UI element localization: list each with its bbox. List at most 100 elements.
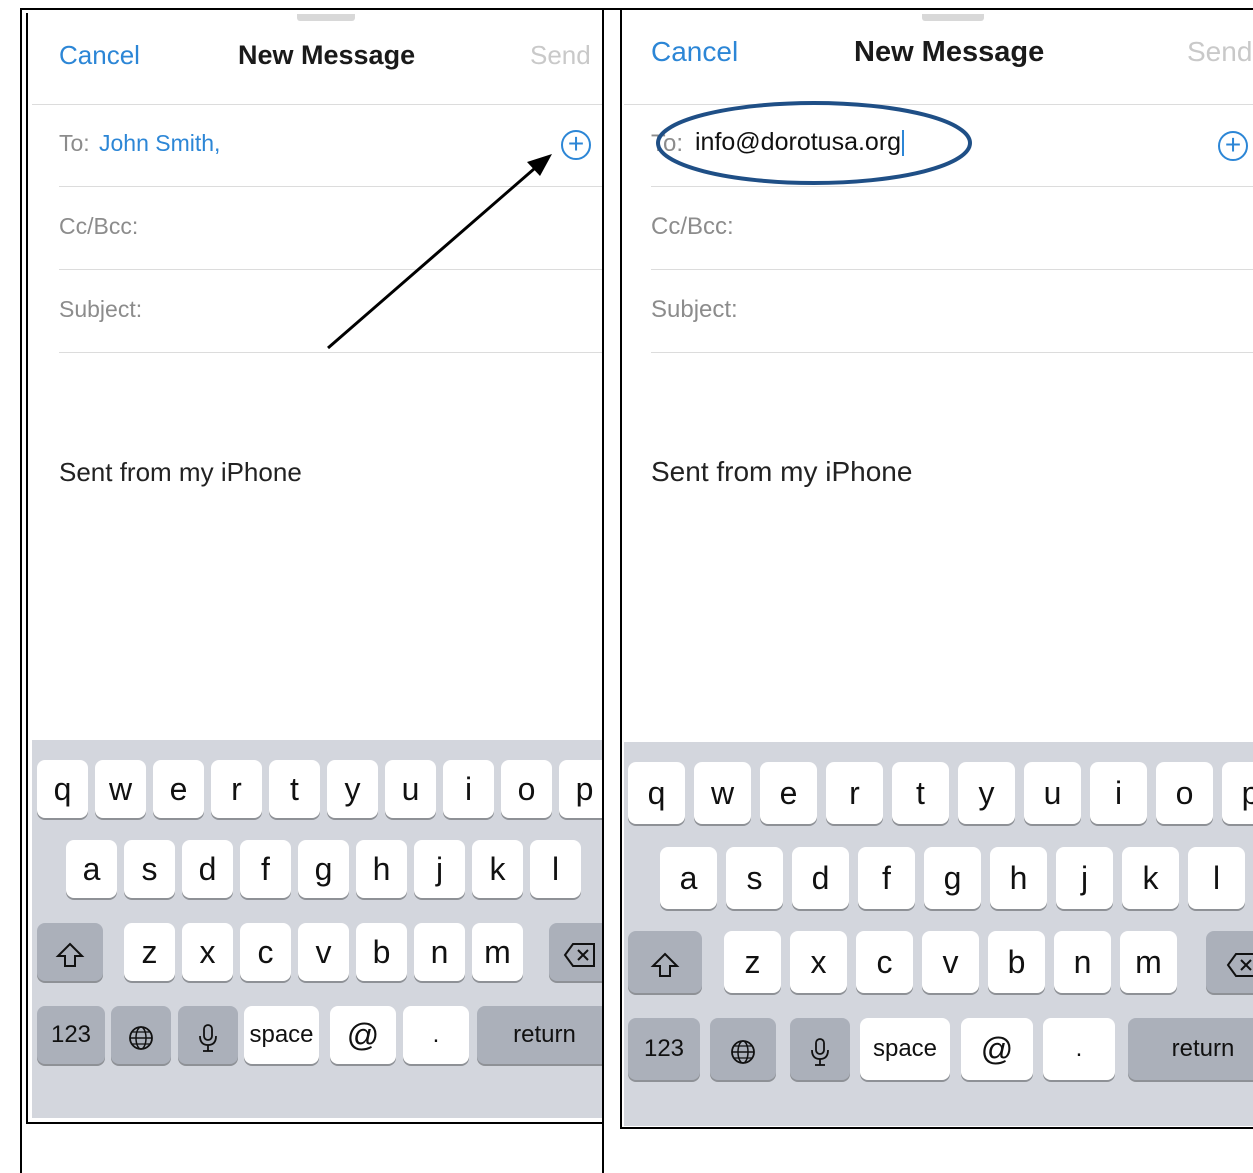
numbers-key[interactable]: 123 bbox=[37, 1006, 105, 1064]
frame-bottom-inner-line bbox=[26, 1122, 602, 1124]
key-y[interactable]: y bbox=[327, 760, 378, 818]
key-s[interactable]: s bbox=[124, 840, 175, 898]
key-y[interactable]: y bbox=[958, 762, 1015, 824]
globe-icon bbox=[731, 1039, 755, 1064]
key-p[interactable]: p bbox=[1222, 762, 1253, 824]
key-z[interactable]: z bbox=[724, 931, 781, 993]
key-j[interactable]: j bbox=[414, 840, 465, 898]
key-q[interactable]: q bbox=[37, 760, 88, 818]
key-d[interactable]: d bbox=[792, 847, 849, 909]
space-key[interactable]: space bbox=[244, 1006, 319, 1064]
key-v[interactable]: v bbox=[922, 931, 979, 993]
key-j-label: j bbox=[435, 851, 444, 887]
key-r-label: r bbox=[231, 771, 242, 807]
key-l[interactable]: l bbox=[1188, 847, 1245, 909]
key-n-label: n bbox=[1073, 944, 1092, 980]
key-e[interactable]: e bbox=[153, 760, 204, 818]
key-s-label: s bbox=[141, 851, 158, 887]
key-j[interactable]: j bbox=[1056, 847, 1113, 909]
key-x[interactable]: x bbox=[790, 931, 847, 993]
numbers-key[interactable]: 123 bbox=[628, 1018, 700, 1080]
key-g[interactable]: g bbox=[298, 840, 349, 898]
key-h[interactable]: h bbox=[990, 847, 1047, 909]
key-d[interactable]: d bbox=[182, 840, 233, 898]
return-key[interactable]: return bbox=[1128, 1018, 1253, 1080]
shift-key[interactable] bbox=[37, 923, 103, 981]
ellipse-annotation bbox=[656, 101, 972, 185]
key-k[interactable]: k bbox=[1122, 847, 1179, 909]
mic-key[interactable] bbox=[790, 1018, 850, 1080]
key-z-label: z bbox=[141, 934, 158, 970]
key-x[interactable]: x bbox=[182, 923, 233, 981]
shift-key[interactable] bbox=[628, 931, 702, 993]
key-f-label: f bbox=[882, 860, 891, 896]
body-signature[interactable]: Sent from my iPhone bbox=[59, 457, 302, 488]
key-z[interactable]: z bbox=[124, 923, 175, 981]
key-m-label: m bbox=[1135, 944, 1162, 980]
globe-key[interactable] bbox=[710, 1018, 776, 1080]
key-l[interactable]: l bbox=[530, 840, 581, 898]
mic-key[interactable] bbox=[178, 1006, 238, 1064]
key-o[interactable]: o bbox=[501, 760, 552, 818]
globe-key[interactable] bbox=[111, 1006, 171, 1064]
key-r[interactable]: r bbox=[211, 760, 262, 818]
key-p[interactable]: p bbox=[559, 760, 602, 818]
space-key[interactable]: space bbox=[860, 1018, 950, 1080]
key-t-label: t bbox=[916, 775, 925, 811]
key-c[interactable]: c bbox=[240, 923, 291, 981]
key-v[interactable]: v bbox=[298, 923, 349, 981]
key-t-label: t bbox=[290, 771, 299, 807]
key-k[interactable]: k bbox=[472, 840, 523, 898]
key-o[interactable]: o bbox=[1156, 762, 1213, 824]
key-f[interactable]: f bbox=[858, 847, 915, 909]
key-i[interactable]: i bbox=[443, 760, 494, 818]
key-t[interactable]: t bbox=[269, 760, 320, 818]
key-b[interactable]: b bbox=[356, 923, 407, 981]
frame-right-panel-bottom-line bbox=[620, 1127, 1253, 1129]
key-n[interactable]: n bbox=[1054, 931, 1111, 993]
key-w[interactable]: w bbox=[694, 762, 751, 824]
key-g-label: g bbox=[943, 860, 962, 896]
at-key[interactable]: @ bbox=[330, 1006, 396, 1064]
body-signature[interactable]: Sent from my iPhone bbox=[651, 456, 912, 488]
key-r[interactable]: r bbox=[826, 762, 883, 824]
key-m[interactable]: m bbox=[1120, 931, 1177, 993]
key-h[interactable]: h bbox=[356, 840, 407, 898]
key-w-label: w bbox=[108, 771, 133, 807]
key-i-label: i bbox=[1114, 775, 1123, 811]
key-c[interactable]: c bbox=[856, 931, 913, 993]
key-q[interactable]: q bbox=[628, 762, 685, 824]
frame-top-line bbox=[20, 8, 1253, 10]
delete-key[interactable] bbox=[1206, 931, 1253, 993]
key-j-label: j bbox=[1080, 860, 1089, 896]
arrow-annotation bbox=[327, 154, 552, 350]
key-n[interactable]: n bbox=[414, 923, 465, 981]
key-f[interactable]: f bbox=[240, 840, 291, 898]
key-e[interactable]: e bbox=[760, 762, 817, 824]
key-b[interactable]: b bbox=[988, 931, 1045, 993]
at-key[interactable]: @ bbox=[961, 1018, 1033, 1080]
key-a[interactable]: a bbox=[660, 847, 717, 909]
key-c-label: c bbox=[257, 934, 274, 970]
key-e-label: e bbox=[169, 771, 188, 807]
key-s[interactable]: s bbox=[726, 847, 783, 909]
return-key[interactable]: return bbox=[477, 1006, 602, 1064]
key-w[interactable]: w bbox=[95, 760, 146, 818]
key-g[interactable]: g bbox=[924, 847, 981, 909]
key-u[interactable]: u bbox=[1024, 762, 1081, 824]
key-n-label: n bbox=[430, 934, 449, 970]
dot-key[interactable]: . bbox=[1043, 1018, 1115, 1080]
key-u[interactable]: u bbox=[385, 760, 436, 818]
key-b-label: b bbox=[1007, 944, 1026, 980]
delete-key[interactable] bbox=[549, 923, 602, 981]
key-m[interactable]: m bbox=[472, 923, 523, 981]
right-screenshot-panel: Cancel New Message Send To: info@dorotus… bbox=[624, 14, 1253, 1126]
key-o-label: o bbox=[517, 771, 536, 807]
dot-key[interactable]: . bbox=[403, 1006, 469, 1064]
keyboard: q w e r t y u i o p a s d f g h j k l z x c v b n m 123 space @. retu… bbox=[32, 740, 602, 1118]
key-k-label: k bbox=[1142, 860, 1159, 896]
subject-field-row[interactable]: Subject: bbox=[651, 270, 1253, 353]
key-t[interactable]: t bbox=[892, 762, 949, 824]
key-a[interactable]: a bbox=[66, 840, 117, 898]
key-i[interactable]: i bbox=[1090, 762, 1147, 824]
